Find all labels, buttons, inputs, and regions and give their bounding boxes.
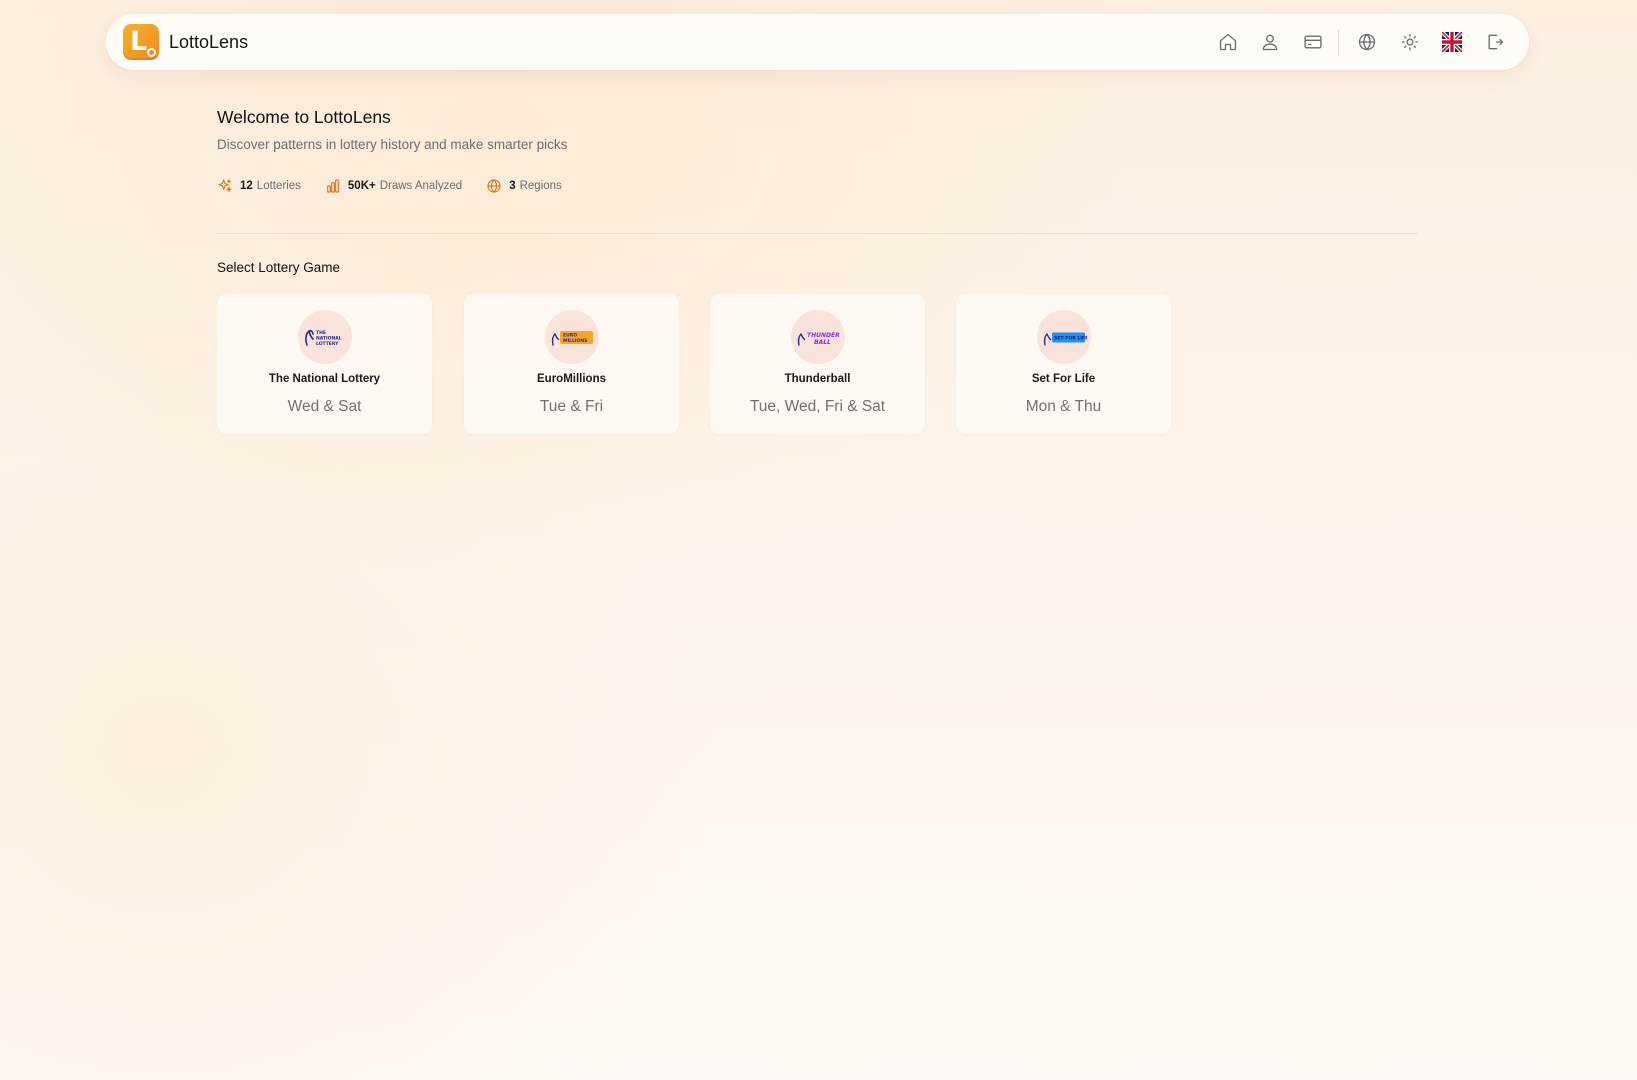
globe-icon: [486, 178, 502, 194]
svg-text:THE: THE: [316, 330, 326, 336]
credit-card-icon[interactable]: [1301, 30, 1325, 54]
page-subtitle: Discover patterns in lottery history and…: [217, 137, 568, 152]
svg-text:SET FOR LIFE: SET FOR LIFE: [1054, 336, 1087, 342]
svg-text:EURO: EURO: [563, 333, 577, 339]
game-card-set-for-life[interactable]: SET FOR LIFE Set For Life Mon & Thu: [956, 294, 1171, 434]
nav-separator: [1338, 30, 1339, 56]
thunderball-logo: THUNDER BALL: [791, 310, 845, 364]
game-draw-days: Mon & Thu: [1025, 398, 1102, 415]
stat-value: 3: [509, 180, 516, 192]
logo-letter: L: [130, 26, 148, 57]
game-draw-days: Wed & Sat: [287, 398, 362, 415]
section-title: Select Lottery Game: [217, 260, 341, 275]
bar-chart-icon: [325, 178, 341, 194]
stat-label: Lotteries: [256, 180, 301, 192]
game-card-euromillions[interactable]: EURO MILLIONS EuroMillions Tue & Fri: [464, 294, 679, 434]
top-navigation-bar: L LottoLens: [106, 14, 1529, 70]
svg-text:THUNDER: THUNDER: [807, 332, 840, 339]
stat-label: Regions: [519, 180, 562, 192]
uk-flag-icon[interactable]: [1440, 30, 1464, 54]
stats-row: 12 Lotteries 50K+ Draws Analyzed 3 Regio…: [217, 178, 586, 194]
svg-text:NATIONAL: NATIONAL: [316, 336, 342, 342]
game-draw-days: Tue & Fri: [539, 398, 604, 415]
sparkles-icon: [217, 178, 233, 194]
svg-text:BALL: BALL: [814, 339, 831, 346]
game-name: EuroMillions: [537, 373, 606, 385]
stat-value: 12: [240, 180, 253, 192]
game-card-national-lottery[interactable]: THE NATIONAL LOTTERY The National Lotter…: [217, 294, 432, 434]
game-draw-days: Tue, Wed, Fri & Sat: [749, 398, 886, 415]
sun-icon[interactable]: [1398, 30, 1422, 54]
game-name: Thunderball: [784, 373, 851, 385]
app-logo[interactable]: L: [123, 24, 159, 60]
game-name: Set For Life: [1031, 373, 1096, 385]
stat-lotteries: 12 Lotteries: [217, 178, 301, 194]
stat-regions: 3 Regions: [486, 178, 562, 194]
game-card-thunderball[interactable]: THUNDER BALL Thunderball Tue, Wed, Fri &…: [710, 294, 925, 434]
game-name: The National Lottery: [268, 373, 381, 385]
svg-text:LOTTERY: LOTTERY: [316, 341, 339, 347]
set-for-life-logo: SET FOR LIFE: [1037, 310, 1091, 364]
logo-dot: [147, 48, 156, 57]
brand-name[interactable]: LottoLens: [169, 31, 248, 53]
euromillions-logo: EURO MILLIONS: [545, 310, 599, 364]
section-divider: [217, 233, 1418, 234]
logout-icon[interactable]: [1483, 30, 1507, 54]
globe-icon[interactable]: [1355, 30, 1379, 54]
stat-draws: 50K+ Draws Analyzed: [325, 178, 462, 194]
stat-label: Draws Analyzed: [379, 180, 463, 192]
page-title: Welcome to LottoLens: [217, 107, 391, 127]
svg-text:MILLIONS: MILLIONS: [563, 338, 587, 344]
stat-value: 50K+: [347, 180, 376, 192]
national-lottery-logo: THE NATIONAL LOTTERY: [298, 310, 352, 364]
home-icon[interactable]: [1216, 30, 1240, 54]
user-icon[interactable]: [1258, 30, 1282, 54]
